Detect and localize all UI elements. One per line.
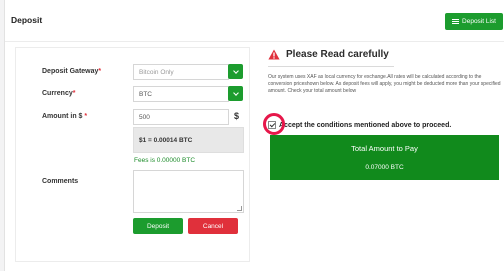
gateway-select[interactable]: Bitcoin Only <box>133 64 229 80</box>
notice-title: Please Read carefully <box>286 48 389 60</box>
deposit-list-label: Deposit List <box>462 18 496 25</box>
amount-input[interactable]: 500 <box>133 109 229 125</box>
amount-label: Amount in $ * <box>42 113 88 120</box>
page-title: Deposit <box>11 15 43 25</box>
fees-text: Fees is 0.00000 BTC <box>134 157 196 164</box>
currency-label: Currency* <box>42 90 76 97</box>
chevron-down-icon <box>232 89 239 96</box>
gateway-value: Bitcoin Only <box>139 68 174 76</box>
list-icon <box>452 18 460 25</box>
accept-conditions-row[interactable]: Accept the conditions mentioned above to… <box>268 119 451 131</box>
comments-label: Comments <box>42 178 79 185</box>
deposit-form: Deposit Gateway* Bitcoin Only Currency* … <box>15 47 250 262</box>
cancel-button[interactable]: Cancel <box>188 218 238 234</box>
currency-select[interactable]: BTC <box>133 86 229 102</box>
total-amount-box: Total Amount to Pay 0.07000 BTC <box>270 135 499 180</box>
divider <box>268 66 394 67</box>
comments-textarea[interactable] <box>133 170 244 213</box>
deposit-button[interactable]: Deposit <box>133 218 183 234</box>
deposit-page: Deposit Deposit List Deposit Gateway* Bi… <box>4 0 504 271</box>
warning-icon <box>268 49 280 59</box>
conversion-rate: $1 = 0.00014 BTC <box>133 127 244 153</box>
chevron-down-icon <box>232 67 239 74</box>
resize-handle-icon[interactable] <box>237 206 242 211</box>
gateway-label: Deposit Gateway* <box>42 68 102 75</box>
accept-label[interactable]: Accept the conditions mentioned above to… <box>279 122 451 129</box>
amount-value: 500 <box>139 113 150 121</box>
highlight-circle <box>263 113 285 135</box>
notice-heading: Please Read carefully <box>268 47 389 61</box>
deposit-list-button[interactable]: Deposit List <box>445 13 503 30</box>
currency-value: BTC <box>139 90 152 98</box>
dollar-icon: $ <box>234 111 240 121</box>
total-amount-label: Total Amount to Pay <box>351 144 418 153</box>
total-amount-value: 0.07000 BTC <box>365 164 404 171</box>
notice-text: Our system uses XAF as local currency fo… <box>268 74 501 94</box>
page-header: Deposit Deposit List <box>5 0 504 42</box>
gateway-dropdown-button[interactable] <box>228 64 243 79</box>
currency-dropdown-button[interactable] <box>228 86 243 101</box>
